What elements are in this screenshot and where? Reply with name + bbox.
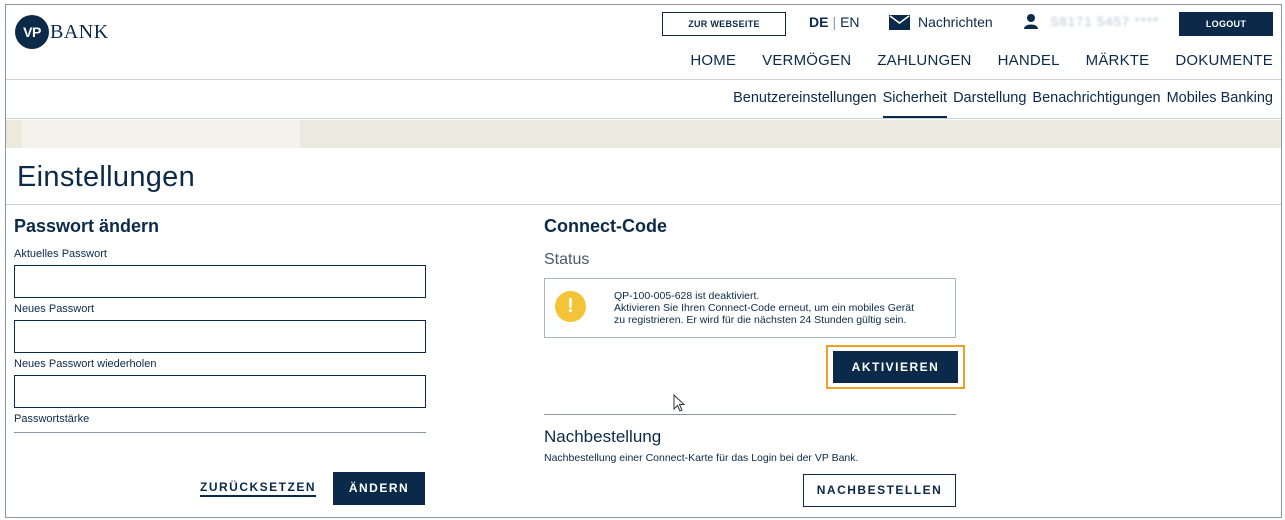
settings-subnavigation: Benutzereinstellungen Sicherheit Darstel… bbox=[6, 80, 1281, 119]
nav-item-handel[interactable]: HANDEL bbox=[998, 52, 1060, 69]
subnav-item-darstellung[interactable]: Darstellung bbox=[953, 90, 1026, 118]
status-label: Status bbox=[544, 251, 590, 268]
section-divider bbox=[544, 414, 956, 415]
user-icon bbox=[1024, 14, 1038, 29]
reorder-button[interactable]: NACHBESTELLEN bbox=[803, 474, 956, 507]
user-menu[interactable]: S8171 5457 **** bbox=[1024, 14, 1159, 29]
reorder-heading: Nachbestellung bbox=[544, 427, 662, 446]
envelope-icon bbox=[889, 14, 910, 30]
breadcrumb-band bbox=[6, 120, 1281, 148]
alert-message: QP-100-005-628 ist deaktiviert. Aktivier… bbox=[614, 290, 914, 326]
vp-bank-logo[interactable]: VP BANK bbox=[15, 15, 109, 49]
messages-link[interactable]: Nachrichten bbox=[889, 14, 993, 30]
logo-mark: VP bbox=[15, 15, 49, 49]
nav-item-zahlungen[interactable]: ZAHLUNGEN bbox=[877, 52, 971, 69]
main-navigation: HOME VERMÖGEN ZAHLUNGEN HANDEL MÄRKTE DO… bbox=[6, 52, 1281, 80]
lang-separator: | bbox=[832, 14, 837, 30]
logo-text: BANK bbox=[50, 20, 109, 43]
activate-button-highlight: AKTIVIEREN bbox=[826, 345, 965, 389]
breadcrumb-tab bbox=[22, 120, 300, 148]
lang-en-link[interactable]: EN bbox=[840, 14, 859, 30]
subnav-item-benachrichtigungen[interactable]: Benachrichtigungen bbox=[1032, 90, 1160, 118]
top-bar: VP BANK ZUR WEBSEITE DE | EN Nachrichten S… bbox=[6, 5, 1281, 49]
messages-label: Nachrichten bbox=[918, 14, 993, 30]
current-password-label: Aktuelles Passwort bbox=[14, 248, 107, 260]
alert-line-3: zu registrieren. Er wird für die nächste… bbox=[614, 314, 907, 326]
reorder-description: Nachbestellung einer Connect-Karte für d… bbox=[544, 452, 859, 464]
mouse-cursor-icon bbox=[673, 394, 685, 412]
current-password-input[interactable] bbox=[14, 265, 426, 298]
password-strength-meter bbox=[14, 432, 426, 433]
logout-button[interactable]: LOGOUT bbox=[1179, 12, 1273, 36]
warning-icon: ! bbox=[555, 291, 586, 322]
subnav-item-benutzereinstellungen[interactable]: Benutzereinstellungen bbox=[733, 90, 877, 118]
alert-line-1: QP-100-005-628 ist deaktiviert. bbox=[614, 290, 760, 302]
nav-item-home[interactable]: HOME bbox=[690, 52, 736, 69]
subnav-item-sicherheit[interactable]: Sicherheit bbox=[882, 90, 948, 118]
connect-code-alert: ! QP-100-005-628 ist deaktiviert. Aktivi… bbox=[544, 278, 956, 338]
nav-item-dokumente[interactable]: DOKUMENTE bbox=[1175, 52, 1273, 69]
reset-button[interactable]: ZURÜCKSETZEN bbox=[200, 480, 316, 497]
new-password-input[interactable] bbox=[14, 320, 426, 353]
app-window: VP BANK ZUR WEBSEITE DE | EN Nachrichten S… bbox=[5, 4, 1282, 518]
subnav-item-mobiles-banking[interactable]: Mobiles Banking bbox=[1167, 90, 1273, 118]
new-password-label: Neues Passwort bbox=[14, 303, 95, 315]
title-divider bbox=[6, 204, 1281, 205]
repeat-password-label: Neues Passwort wiederholen bbox=[14, 358, 157, 370]
password-heading: Passwort ändern bbox=[14, 216, 160, 236]
change-password-button[interactable]: ÄNDERN bbox=[333, 472, 425, 505]
nav-item-maerkte[interactable]: MÄRKTE bbox=[1086, 52, 1150, 69]
activate-button[interactable]: AKTIVIEREN bbox=[833, 351, 958, 383]
language-switcher: DE | EN bbox=[809, 14, 860, 30]
alert-line-2: Aktivieren Sie Ihren Connect-Code erneut… bbox=[614, 302, 914, 314]
password-strength-label: Passwortstärke bbox=[14, 413, 90, 425]
repeat-password-input[interactable] bbox=[14, 375, 426, 408]
lang-de-link[interactable]: DE bbox=[809, 14, 828, 30]
website-button[interactable]: ZUR WEBSEITE bbox=[662, 12, 786, 36]
page-title: Einstellungen bbox=[17, 161, 196, 193]
logo-mark-text: VP bbox=[23, 24, 41, 40]
connect-code-heading: Connect-Code bbox=[544, 216, 667, 236]
user-name: S8171 5457 **** bbox=[1050, 14, 1159, 29]
nav-item-vermoegen[interactable]: VERMÖGEN bbox=[762, 52, 851, 69]
